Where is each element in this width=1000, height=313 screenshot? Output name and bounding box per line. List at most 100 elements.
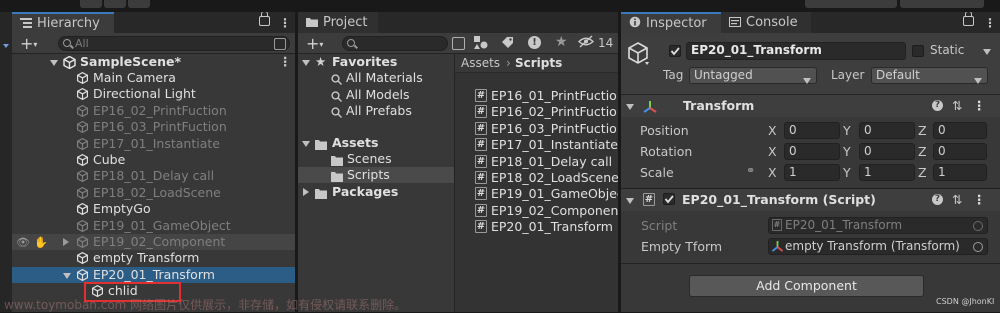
hierarchy-item[interactable]: EP19_01_GameObject [12, 218, 295, 234]
inspector-kebab-icon[interactable]: ⋮ [984, 16, 996, 30]
add-component-button[interactable]: Add Component [689, 275, 924, 297]
expand-arrow-icon[interactable] [63, 267, 71, 283]
axis-label[interactable]: X [768, 162, 777, 183]
layers-dropdown[interactable] [805, 0, 897, 8]
hierarchy-item[interactable]: EP16_02_PrintFuction [12, 103, 295, 119]
tab-console[interactable]: Console [721, 12, 811, 33]
pickable-hand-icon[interactable]: ✋ [34, 235, 48, 251]
preset-icon[interactable]: ⇅ [952, 95, 962, 117]
kebab-menu-icon[interactable]: ⋮ [279, 16, 291, 30]
script-file-item[interactable]: # EP18_01_Delay call [455, 154, 618, 170]
hierarchy-item[interactable]: empty Transform [12, 250, 295, 266]
axis-label[interactable]: Y [843, 141, 851, 162]
project-add-button[interactable]: +▾ [306, 34, 323, 53]
hierarchy-item[interactable]: EP17_01_Instantiate [12, 136, 295, 152]
static-dropdown-icon[interactable] [983, 44, 991, 58]
script-preset-icon[interactable]: ⇅ [952, 189, 962, 211]
script-help-icon[interactable]: ? [932, 194, 943, 205]
project-search-input[interactable] [342, 36, 448, 51]
visibility-eye-icon[interactable]: 👁 [16, 235, 30, 251]
hierarchy-item[interactable]: 👁 ✋ EP19_02_Component [12, 234, 295, 250]
favorite-item[interactable]: All Prefabs [298, 103, 454, 119]
axis-label[interactable]: X [768, 141, 777, 162]
transform-value-field[interactable]: 0 [859, 143, 915, 160]
assets-row[interactable]: Assets [298, 135, 454, 151]
script-file-item[interactable]: # EP17_01_Instantiate [455, 137, 618, 153]
tab-inspector[interactable]: Inspector [621, 12, 721, 33]
scale-link-icon[interactable]: ⚭ [746, 164, 755, 177]
transform-value-field[interactable]: 0 [933, 143, 987, 160]
transform-value-field[interactable]: 0 [784, 122, 840, 139]
folder-scripts[interactable]: Scripts [298, 167, 454, 183]
transform-value-field[interactable]: 1 [784, 164, 840, 181]
static-checkbox[interactable] [912, 45, 924, 57]
axis-label[interactable]: Y [843, 120, 851, 141]
favorites-row[interactable]: ★ Favorites [298, 54, 454, 70]
hidden-eye-icon[interactable] [577, 35, 595, 51]
script-component-header[interactable]: # EP20_01_Transform (Script) ? ⇅ ⋮ [621, 188, 1000, 211]
active-checkbox[interactable] [669, 45, 681, 57]
script-file-item[interactable]: # EP16_01_PrintFuction [455, 88, 618, 104]
transform-value-field[interactable]: 0 [933, 122, 987, 139]
inspector-lock-icon[interactable] [963, 12, 974, 26]
scene-kebab-icon[interactable]: ⋮ [279, 54, 292, 70]
hierarchy-item[interactable]: EP18_02_LoadScene [12, 185, 295, 201]
step-button[interactable] [128, 0, 150, 8]
search-by-type-icon[interactable] [452, 37, 465, 50]
transform-value-field[interactable]: 0 [859, 122, 915, 139]
hierarchy-item[interactable]: Main Camera [12, 70, 295, 86]
layer-dropdown[interactable]: Default [871, 67, 988, 84]
transform-value-field[interactable]: 1 [933, 164, 987, 181]
tab-project[interactable]: Project [298, 12, 378, 33]
layout-dropdown[interactable] [900, 0, 984, 8]
packages-expand-icon[interactable] [303, 184, 309, 200]
axis-label[interactable]: Z [918, 120, 927, 141]
hierarchy-search-input[interactable]: All [58, 36, 290, 51]
script-enabled-checkbox[interactable] [663, 193, 675, 205]
transform-header[interactable]: Transform ? ⇅ ⋮ [621, 94, 1000, 117]
favorite-item[interactable]: All Models [298, 87, 454, 103]
script-file-item[interactable]: # EP20_01_Transform [455, 219, 618, 235]
object-name-field[interactable]: EP20_01_Transform [686, 42, 906, 60]
asset-type-icon[interactable] [474, 36, 488, 52]
assets-expand-icon[interactable] [302, 135, 310, 151]
empty-tform-field[interactable]: empty Transform (Transform) [768, 238, 988, 255]
script-file-item[interactable]: # EP19_02_Component [455, 203, 618, 219]
script-file-item[interactable]: # EP18_02_LoadScene [455, 170, 618, 186]
expand-arrow-icon[interactable] [63, 234, 69, 250]
hierarchy-item[interactable]: Directional Light [12, 86, 295, 102]
tag-dropdown[interactable]: Untagged [689, 67, 817, 84]
lock-icon[interactable] [259, 12, 270, 26]
script-file-item[interactable]: # EP16_02_PrintFuction [455, 104, 618, 120]
transform-value-field[interactable]: 1 [859, 164, 915, 181]
scene-row[interactable]: SampleScene* ⋮ [12, 54, 295, 70]
transform-value-field[interactable]: 0 [784, 143, 840, 160]
object-picker-icon[interactable] [973, 242, 983, 252]
script-kebab-icon[interactable]: ⋮ [973, 189, 986, 211]
folder-scenes[interactable]: Scenes [298, 151, 454, 167]
error-filter-icon[interactable]: ! [528, 36, 541, 49]
script-file-item[interactable]: # EP16_03_PrintFuction [455, 121, 618, 137]
help-icon[interactable]: ? [932, 100, 943, 111]
breadcrumb-scripts[interactable]: Scripts [515, 54, 562, 72]
hierarchy-item[interactable]: EP18_01_Delay call [12, 168, 295, 184]
favorite-star-icon[interactable]: ★ [555, 34, 568, 50]
hierarchy-item[interactable]: Cube [12, 152, 295, 168]
pause-button[interactable] [104, 0, 126, 8]
expand-arrow-icon[interactable] [50, 54, 58, 70]
axis-label[interactable]: X [768, 120, 777, 141]
script-expand-icon[interactable] [626, 189, 634, 211]
hierarchy-item[interactable]: EmptyGo [12, 201, 295, 217]
packages-row[interactable]: Packages [298, 184, 454, 200]
tab-hierarchy[interactable]: Hierarchy [12, 12, 114, 33]
transform-kebab-icon[interactable]: ⋮ [973, 95, 986, 117]
transform-expand-icon[interactable] [626, 95, 634, 117]
gameobject-icon[interactable] [628, 42, 650, 69]
axis-label[interactable]: Z [918, 162, 927, 183]
script-file-item[interactable]: # EP19_01_GameObject [455, 186, 618, 202]
breadcrumb-assets[interactable]: Assets [461, 54, 500, 72]
hierarchy-item[interactable]: EP16_03_PrintFuction [12, 119, 295, 135]
favorites-expand-icon[interactable] [302, 54, 310, 70]
label-tag-icon[interactable] [501, 36, 514, 52]
add-dropdown-button[interactable]: +▾ [20, 34, 37, 53]
